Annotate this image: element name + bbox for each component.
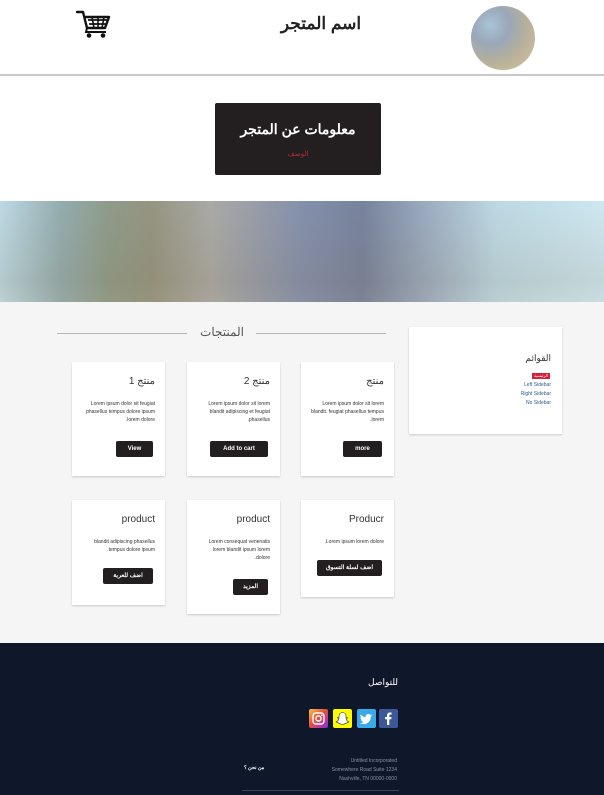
sidebar-title: القوائم <box>525 353 551 363</box>
more-button[interactable]: المزيد <box>233 579 268 595</box>
product-title: Producr <box>348 514 384 525</box>
product-card: product blandit adipiscing phasellus tem… <box>72 500 165 605</box>
hero-banner-image <box>0 201 604 302</box>
add-to-cart-button[interactable]: Add to cart <box>210 441 268 457</box>
store-info-box: معلومات عن المتجر الوصف <box>215 103 381 175</box>
product-description: Lorem consequat venenatis lorem blandit … <box>208 539 270 561</box>
product-title: منتج <box>366 376 384 387</box>
footer-divider <box>242 790 399 791</box>
products-heading: المنتجات <box>197 325 247 339</box>
product-card: منتج Lorem ipsum dolor sit lorem blandit… <box>301 362 394 476</box>
products-section: المنتجات منتج Lorem ipsum dolor sit lore… <box>0 302 604 643</box>
product-title: product <box>121 514 155 525</box>
product-card: منتج 1 Lorem ipsum dolor sit feugiat pha… <box>72 362 165 476</box>
sidebar-item-left-sidebar[interactable]: Left Sidebar <box>524 382 551 388</box>
product-card: product Lorem consequat venenatis lorem … <box>187 500 280 614</box>
instagram-icon[interactable] <box>309 709 328 728</box>
sidebar-item-no-sidebar[interactable]: No Sidebar <box>526 400 551 406</box>
more-button[interactable]: more <box>343 441 382 457</box>
address-line: Somewhere Road Suite 1234 <box>331 767 397 773</box>
facebook-icon[interactable] <box>379 709 398 728</box>
site-footer: للتواصل Untitled Incorporated Somewhere … <box>0 643 604 795</box>
store-info-description: الوصف <box>287 151 309 158</box>
address-line: Nashville, TN 00000-0000 <box>339 776 397 782</box>
product-description: blandit adipiscing phasellus tempus dolo… <box>94 539 155 553</box>
snapchat-icon[interactable] <box>333 709 352 728</box>
site-header: اسم المتجر <box>0 0 604 76</box>
view-button[interactable]: View <box>116 441 153 457</box>
sidebar-item-right-sidebar[interactable]: Right Sidebar <box>521 391 551 397</box>
product-card: منتج 2 Lorem ipsum dolor sit lorem bland… <box>187 362 280 476</box>
twitter-icon[interactable] <box>357 709 376 728</box>
store-logo-avatar[interactable] <box>471 6 535 70</box>
product-description: Lorem ipsum dolor sit feugiat phasellus … <box>86 401 155 423</box>
add-to-shopping-cart-button[interactable]: اضف لسلة التسوق <box>317 560 382 576</box>
sidebar-item-home[interactable]: الرئيسية <box>532 373 550 379</box>
address-line: Untitled Incorporated <box>350 758 397 764</box>
add-to-cart-button[interactable]: اضف للعربة <box>103 568 153 584</box>
store-info-title: معلومات عن المتجر <box>240 121 356 137</box>
product-description: Lorem ipsum lorem dolore. <box>324 539 384 545</box>
product-title: product <box>236 514 270 525</box>
about-us-link[interactable]: من نحن ؟ <box>244 765 264 771</box>
product-description: Lorem ipsum dolor sit lorem blandit. feu… <box>311 401 384 423</box>
sidebar-menu: القوائم الرئيسية Left Sidebar Right Side… <box>409 327 562 434</box>
product-title: منتج 2 <box>243 376 270 387</box>
product-description: Lorem ipsum dolor sit lorem blandit adip… <box>208 401 270 423</box>
company-address: Untitled Incorporated Somewhere Road Sui… <box>300 757 397 784</box>
product-title: منتج 1 <box>128 376 155 387</box>
product-card: Producr Lorem ipsum lorem dolore. اضف لس… <box>301 500 394 597</box>
heading-divider-right <box>256 333 386 334</box>
products-heading-row: المنتجات <box>57 325 386 341</box>
heading-divider-left <box>57 333 187 334</box>
contact-title: للتواصل <box>368 677 399 687</box>
